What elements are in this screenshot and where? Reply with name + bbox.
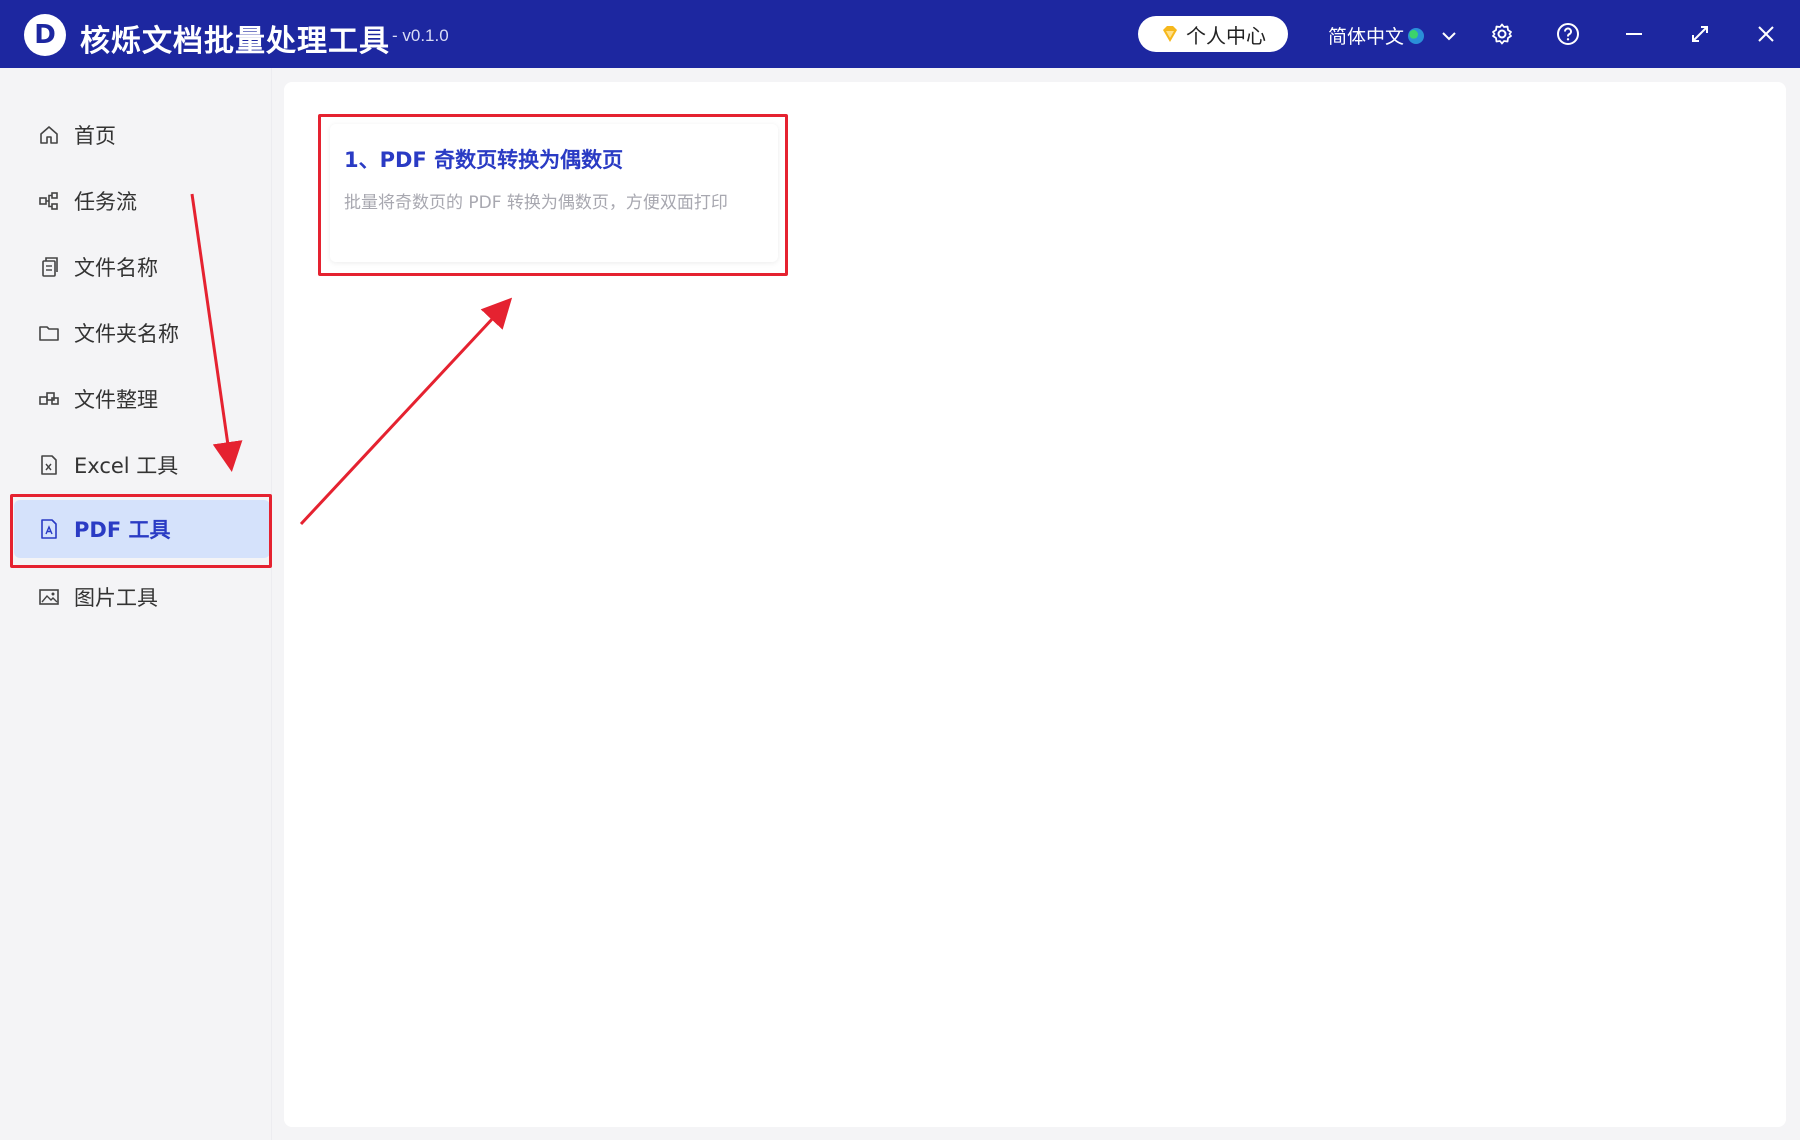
sidebar: 首页 任务流 文件名称 文件夹名称 文件整理 Excel 工具 PDF 工具 图…	[0, 68, 272, 1140]
annotation-highlight-card	[318, 114, 788, 276]
language-label: 简体中文	[1328, 26, 1405, 48]
image-icon	[38, 586, 60, 608]
file-copy-icon	[38, 256, 60, 278]
sidebar-item-label: 文件夹名称	[74, 322, 179, 346]
home-icon	[38, 124, 60, 146]
globe-icon	[1408, 27, 1425, 44]
sidebar-item-label: 任务流	[74, 190, 137, 214]
app-title: 核烁文档批量处理工具	[80, 24, 390, 59]
sidebar-item-folder-name[interactable]: 文件夹名称	[14, 304, 270, 362]
chevron-down-icon	[1442, 31, 1456, 40]
app-logo: D	[24, 14, 66, 56]
user-center-label: 个人中心	[1186, 23, 1266, 48]
sidebar-item-workflow[interactable]: 任务流	[14, 172, 270, 230]
sidebar-item-file-organize[interactable]: 文件整理	[14, 370, 270, 428]
help-button[interactable]	[1554, 20, 1582, 48]
sidebar-item-label: Excel 工具	[74, 454, 179, 478]
close-icon	[1758, 26, 1774, 42]
language-selector[interactable]: 简体中文	[1328, 22, 1460, 49]
sidebar-item-excel-tools[interactable]: Excel 工具	[14, 436, 270, 494]
app-window: D 核烁文档批量处理工具 - v0.1.0 个人中心 简体中文 首页 任务流 文…	[0, 0, 1800, 1140]
folder-icon	[38, 322, 60, 344]
close-button[interactable]	[1752, 20, 1780, 48]
help-icon	[1557, 23, 1579, 45]
annotation-highlight-sidebar	[10, 494, 272, 568]
sidebar-item-label: 首页	[74, 124, 116, 148]
maximize-icon	[1692, 26, 1708, 42]
sidebar-item-label: 文件整理	[74, 388, 158, 412]
settings-button[interactable]	[1488, 20, 1516, 48]
workflow-icon	[38, 190, 60, 212]
sidebar-item-file-name[interactable]: 文件名称	[14, 238, 270, 296]
minimize-icon	[1626, 33, 1642, 35]
sidebar-item-label: 文件名称	[74, 256, 158, 280]
minimize-button[interactable]	[1620, 20, 1648, 48]
app-version: - v0.1.0	[392, 26, 449, 45]
app-logo-letter: D	[34, 20, 56, 50]
user-center-button[interactable]: 个人中心	[1138, 16, 1288, 52]
diamond-icon	[1163, 26, 1177, 42]
sidebar-item-image-tools[interactable]: 图片工具	[14, 568, 270, 626]
maximize-button[interactable]	[1686, 20, 1714, 48]
sidebar-item-label: 图片工具	[74, 586, 158, 610]
gear-icon	[1492, 23, 1512, 45]
excel-file-icon	[38, 454, 60, 476]
organize-icon	[38, 388, 60, 410]
sidebar-item-home[interactable]: 首页	[14, 106, 270, 164]
title-bar: D 核烁文档批量处理工具 - v0.1.0 个人中心 简体中文	[0, 0, 1800, 68]
